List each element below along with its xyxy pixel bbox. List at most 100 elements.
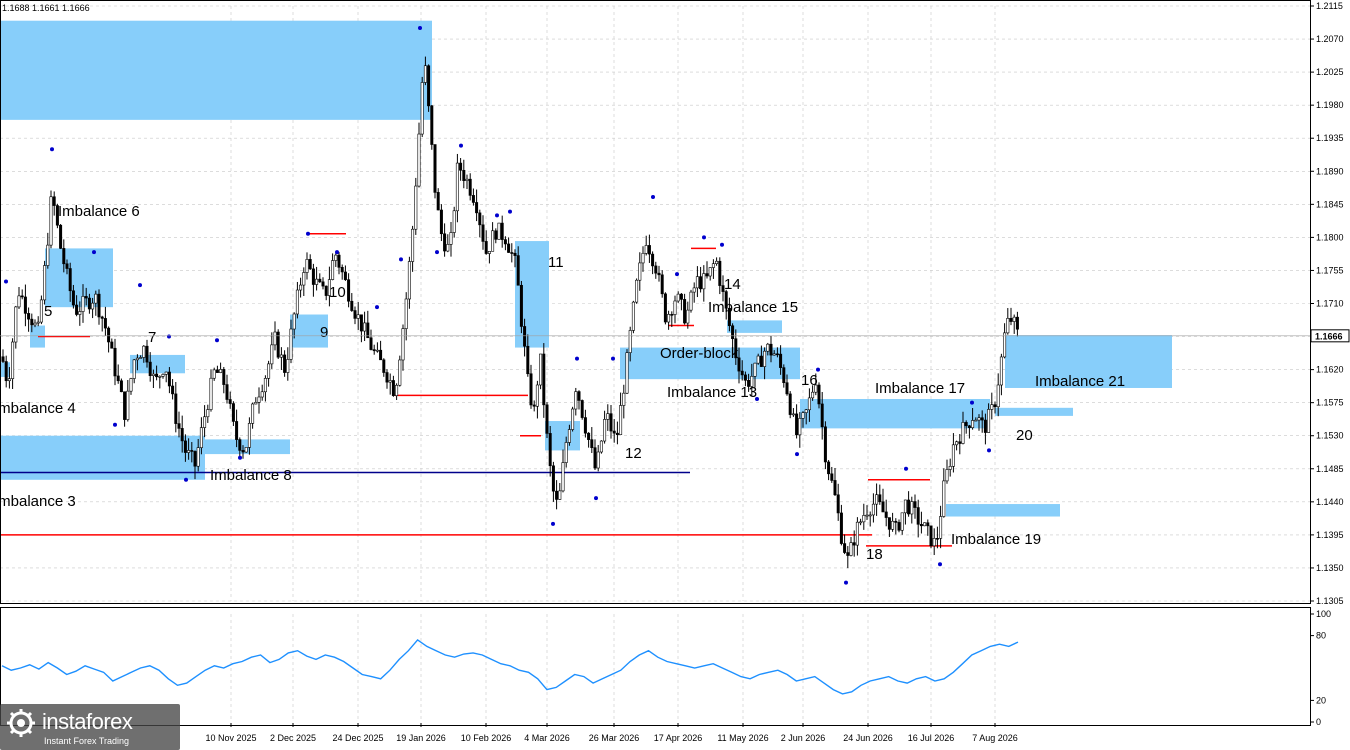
candle-body (107, 327, 111, 343)
candle-body (827, 461, 831, 475)
candle-body (948, 466, 952, 470)
candle-body (353, 310, 357, 319)
candle-body (785, 382, 789, 395)
candle-body (731, 325, 735, 340)
x-tick-label: 10 Nov 2025 (205, 733, 256, 743)
candle-body (439, 209, 443, 235)
fractal-marker (435, 250, 439, 255)
candle-body (807, 397, 811, 411)
fractal-marker (138, 283, 142, 288)
candle-body (836, 494, 840, 514)
y-tick-label: 1.1620 (1316, 365, 1344, 375)
candle-body (753, 362, 757, 377)
candle-body (308, 259, 312, 270)
candlestick-series (1, 56, 1019, 569)
candle-body (446, 244, 450, 252)
candle-body (1003, 332, 1007, 358)
candle-body (955, 441, 959, 446)
candle-body (139, 357, 143, 359)
candle-body (817, 384, 821, 405)
candle-body (65, 263, 69, 269)
candle-body (155, 373, 159, 378)
candle-body (177, 423, 181, 429)
candle-body (679, 293, 683, 300)
candle-body (798, 418, 802, 436)
candle-body (612, 430, 616, 434)
y-tick-label: 1.1935 (1316, 133, 1344, 143)
y-tick-label: 1.2025 (1316, 67, 1344, 77)
candle-body (247, 423, 251, 448)
candle-body (686, 309, 690, 324)
imbalance-zone (727, 320, 782, 333)
fractal-marker (335, 250, 339, 255)
candle-body (359, 314, 363, 332)
candle-body (164, 371, 168, 375)
logo-tagline: Instant Forex Trading (44, 736, 130, 746)
x-tick-label: 17 Apr 2026 (654, 733, 703, 743)
y-tick-label: 1.2070 (1316, 34, 1344, 44)
zone-label: 7 (148, 329, 156, 346)
candle-body (487, 251, 491, 254)
candle-body (871, 503, 875, 516)
current-price-label: 1.1666 (1315, 331, 1343, 341)
fractal-marker (938, 562, 942, 567)
candle-body (212, 369, 216, 379)
candle-body (849, 542, 853, 556)
candle-body (1015, 316, 1019, 330)
candle-body (590, 439, 594, 448)
candle-body (94, 293, 98, 304)
candle-body (651, 253, 655, 267)
fractal-marker (215, 338, 219, 343)
candle-body (529, 373, 533, 406)
candle-body (81, 296, 85, 312)
candle-body (996, 384, 1000, 408)
candle-body (260, 391, 264, 398)
candle-body (903, 499, 907, 514)
candle-body (555, 490, 559, 500)
candle-body (919, 524, 923, 527)
candle-body (868, 514, 872, 517)
candle-body (391, 380, 395, 396)
candle-body (395, 384, 399, 396)
zone-label: Imbalance 3 (0, 493, 76, 510)
candle-body (897, 522, 901, 531)
candle-body (542, 353, 546, 406)
candle-body (193, 451, 197, 467)
candle-body (862, 515, 866, 523)
osc-tick-label: 0 (1316, 717, 1321, 727)
candle-body (583, 417, 587, 434)
candle-body (75, 304, 79, 315)
candle-body (17, 295, 21, 308)
candle-body (939, 516, 943, 539)
candle-body (491, 230, 495, 252)
candle-body (715, 260, 719, 264)
candle-body (468, 178, 472, 196)
candle-body (881, 501, 885, 513)
candle-body (190, 450, 194, 452)
candle-body (705, 273, 709, 277)
candle-body (830, 473, 834, 481)
zone-label: Imbalance 6 (58, 203, 140, 220)
x-tick-label: 24 Jun 2026 (843, 733, 893, 743)
candle-body (103, 318, 107, 329)
candle-body (929, 525, 933, 547)
candle-body (126, 390, 130, 420)
candle-body (603, 419, 607, 442)
candle-body (375, 349, 379, 352)
candle-body (513, 252, 517, 256)
candle-body (676, 293, 680, 302)
candle-body (475, 202, 479, 214)
candle-body (343, 271, 347, 280)
candle-body (1009, 318, 1013, 322)
candle-body (385, 372, 389, 383)
candle-body (654, 265, 658, 274)
candle-body (222, 369, 226, 385)
candle-body (135, 357, 139, 361)
candle-body (622, 392, 626, 406)
candle-body (97, 293, 101, 318)
candle-body (625, 352, 629, 394)
candle-body (199, 427, 203, 448)
candle-body (369, 337, 373, 350)
candle-body (449, 232, 453, 245)
candle-body (436, 192, 440, 211)
